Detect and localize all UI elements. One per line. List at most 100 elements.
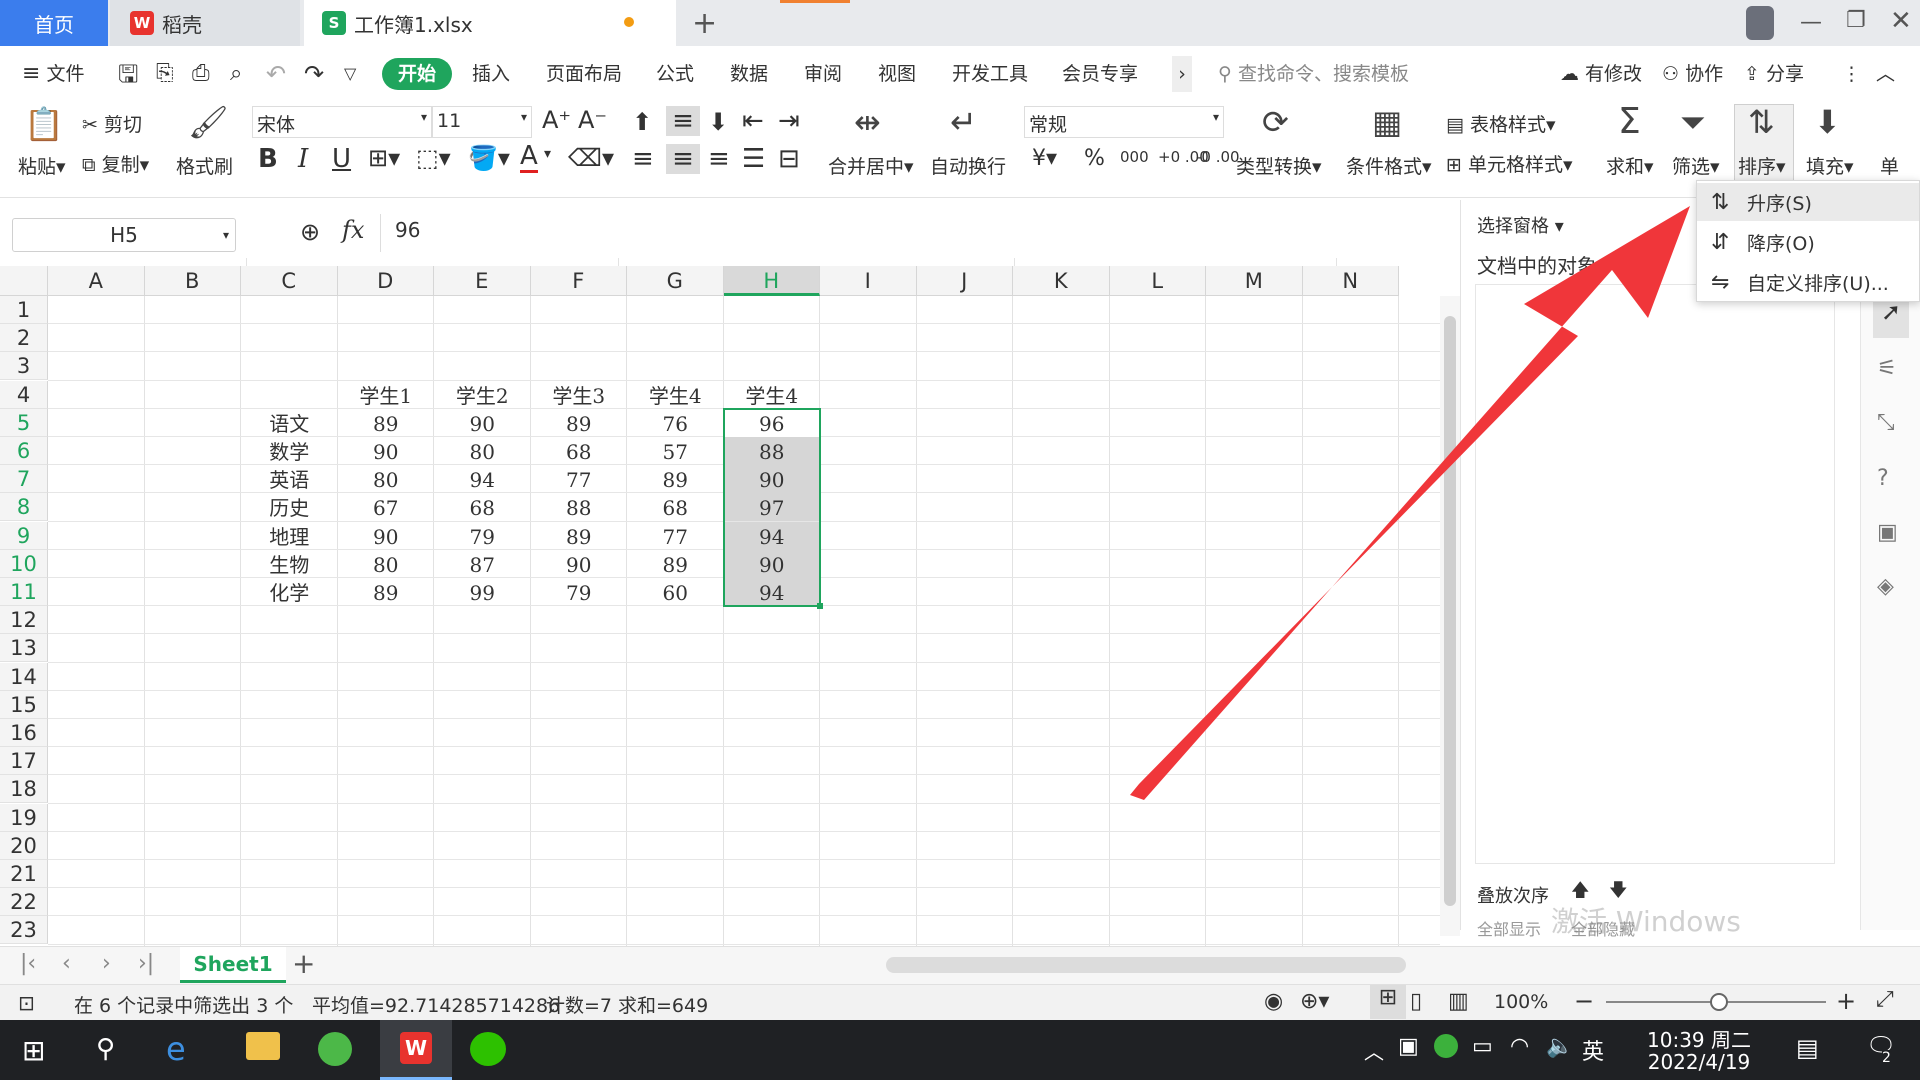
row-header-16[interactable]: 16 [0,719,48,747]
subject-cell[interactable]: 语文 [241,409,338,437]
conditional-format-button[interactable]: 条件格式▾ [1346,152,1432,179]
object-list[interactable] [1475,284,1835,864]
select-pane-title[interactable]: 选择窗格 ▾ [1477,212,1564,238]
horizontal-scrollbar[interactable] [886,957,1406,973]
quick-access-dropdown-icon[interactable]: ▽ [344,56,356,92]
prev-sheet-icon[interactable]: ‹ [62,951,71,976]
menu-tab-start[interactable]: 开始 [382,58,453,90]
copy-button[interactable]: ⧉ 复制▾ [82,150,149,177]
share-button[interactable]: ⇪ 分享 [1744,56,1804,92]
tray-expand-icon[interactable]: ︿ [1364,1036,1384,1065]
kebab-icon[interactable]: ⋮ [1842,56,1861,92]
score-cell[interactable]: 80 [338,550,435,578]
row-header-6[interactable]: 6 [0,437,48,465]
redo-icon[interactable]: ↷ [304,56,324,92]
row-header-10[interactable]: 10 [0,549,48,578]
print-icon[interactable]: ⎙ [192,56,210,92]
layout-icon[interactable]: ⊕▾ [1300,989,1329,1014]
compass-icon[interactable]: ◈ [1877,574,1894,599]
row-header-2[interactable]: 2 [0,324,48,353]
cell-style-button[interactable]: ⊞ 单元格样式▾ [1446,150,1573,177]
new-tab-button[interactable]: + [692,6,717,41]
bold-button[interactable]: B [258,144,278,174]
score-cell[interactable]: 89 [531,522,628,550]
indent-decrease-icon[interactable]: ⇤ [742,106,764,136]
score-cell[interactable]: 80 [338,465,435,493]
score-cell[interactable]: 67 [338,493,435,521]
score-cell[interactable]: 68 [531,437,628,465]
menu-more-button[interactable]: › [1172,56,1192,92]
selected-cell[interactable]: 94 [723,521,820,550]
tab-workbook[interactable]: S 工作簿1.xlsx [304,0,676,46]
align-left-icon[interactable]: ≡ [632,144,654,174]
score-cell[interactable]: 68 [434,493,531,521]
score-cell[interactable]: 99 [434,578,531,606]
fill-button[interactable]: 填充▾ [1806,152,1854,179]
row-header-15[interactable]: 15 [0,690,48,719]
row-header-1[interactable]: 1 [0,296,48,324]
settings-sliders-icon[interactable]: ⚟ [1877,356,1897,381]
fill-handle[interactable] [817,603,823,610]
single-button[interactable]: 单 [1880,152,1899,179]
font-shrink-icon[interactable]: A⁻ [578,106,607,134]
clock-date[interactable]: 2022/4/19 [1646,1050,1752,1074]
tab-daoke[interactable]: W 稻壳 [110,0,300,46]
indent-increase-icon[interactable]: ⇥ [778,106,800,136]
zoom-out-icon[interactable]: − [1574,987,1594,1015]
normal-view-icon[interactable]: ⊞ [1370,985,1406,1019]
row-header-8[interactable]: 8 [0,493,48,522]
sort-ascending-item[interactable]: ⇅ 升序(S) [1697,183,1919,221]
sum-button[interactable]: 求和▾ [1606,152,1654,179]
tab-home[interactable]: 首页 [0,0,108,46]
select-all-corner[interactable] [0,266,48,296]
windows-start-icon[interactable]: ⊞ [22,1034,45,1067]
filter-button[interactable]: 筛选▾ [1672,152,1720,179]
type-convert-button[interactable]: 类型转换▾ [1236,152,1322,179]
subject-cell[interactable]: 地理 [241,522,338,550]
subject-cell[interactable]: 英语 [241,465,338,493]
wps-taskbar-item[interactable]: W [380,1020,452,1080]
selected-cell[interactable]: 97 [723,493,820,522]
minimize-icon[interactable]: — [1800,10,1822,35]
score-cell[interactable]: 90 [338,437,435,465]
column-header-e[interactable]: E [434,266,531,296]
formula-input[interactable]: 96 [380,214,1450,252]
column-header-f[interactable]: F [530,266,627,296]
font-color-icon[interactable]: A [520,142,538,173]
transform-icon[interactable]: ⤡ [1877,410,1895,435]
sort-button[interactable]: 排序▾ [1738,152,1786,179]
clock-time[interactable]: 10:39 周二 [1646,1024,1752,1053]
table-style-button[interactable]: ▤ 表格样式▾ [1446,110,1556,137]
restore-icon[interactable]: ❐ [1846,8,1866,33]
menu-tab-layout[interactable]: 页面布局 [546,56,622,92]
merge-button[interactable]: 合并居中▾ [828,152,914,179]
sort-descending-item[interactable]: ⇵ 降序(O) [1697,223,1919,261]
align-center-icon[interactable]: ≡ [666,144,700,174]
align-top-icon[interactable]: ⬆ [632,108,652,136]
tray-app-icon[interactable]: ▣ [1398,1034,1419,1059]
paste-button[interactable]: 粘贴▾ [18,152,66,179]
font-size-select[interactable]: 11 ▾ [432,106,532,138]
break-view-icon[interactable]: ▥ [1448,989,1469,1014]
decimal-decrease-button[interactable]: -0 .00 [1196,148,1240,166]
row-header-21[interactable]: 21 [0,860,48,888]
cursor-icon[interactable]: ➚ [1873,298,1909,338]
custom-sort-item[interactable]: ⇋ 自定义排序(U)... [1697,263,1919,301]
column-header-l[interactable]: L [1109,266,1206,296]
collapse-ribbon-icon[interactable]: ︿ [1876,56,1895,92]
column-header-m[interactable]: M [1206,266,1303,296]
score-cell[interactable]: 76 [627,409,724,437]
zoom-formula-icon[interactable]: ⊕ [300,218,320,246]
fill-color-icon[interactable]: 🪣▾ [468,144,510,172]
row-header-14[interactable]: 14 [0,662,48,691]
align-right-icon[interactable]: ≡ [708,144,730,174]
subject-cell[interactable]: 数学 [241,437,338,465]
column-header-h[interactable]: H [723,266,820,296]
header-cell[interactable]: 学生2 [434,381,531,409]
align-bottom-icon[interactable]: ⬇ [708,108,728,136]
header-cell[interactable]: 学生4 [724,381,821,409]
macro-icon[interactable]: ⊡ [18,991,35,1015]
column-header-d[interactable]: D [337,266,434,296]
row-header-11[interactable]: 11 [0,578,48,606]
browser-360-icon[interactable] [318,1032,352,1066]
